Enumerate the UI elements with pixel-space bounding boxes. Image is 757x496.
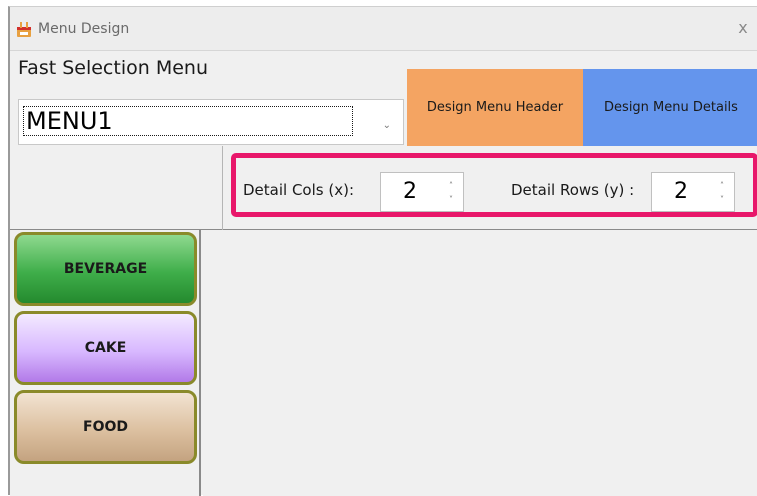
title-bar: Menu Design x — [10, 7, 757, 51]
menu-design-app-icon — [16, 21, 33, 38]
divider — [222, 146, 223, 230]
category-button-cake[interactable]: CAKE — [14, 311, 197, 385]
detail-rows-stepper[interactable]: 2 ˄ ˅ — [651, 172, 735, 212]
close-button[interactable]: x — [733, 17, 753, 39]
menu-detail-area — [203, 230, 757, 496]
detail-settings-highlight: Detail Cols (x): 2 ˄ ˅ Detail Rows (y) :… — [231, 153, 757, 217]
design-menu-header-button[interactable]: Design Menu Header — [407, 69, 583, 146]
menu-select[interactable]: MENU1 ⌄ — [18, 99, 404, 145]
detail-cols-value: 2 — [403, 179, 417, 204]
design-menu-details-button[interactable]: Design Menu Details — [583, 69, 757, 146]
detail-settings-bar: Detail Cols (x): 2 ˄ ˅ Detail Rows (y) :… — [10, 146, 757, 230]
detail-cols-stepper[interactable]: 2 ˄ ˅ — [380, 172, 464, 212]
spin-down-icon[interactable]: ˅ — [720, 196, 724, 204]
menu-design-window: Menu Design x Fast Selection Menu MENU1 … — [8, 6, 757, 496]
detail-cols-label: Detail Cols (x): — [243, 181, 354, 199]
spin-up-icon[interactable]: ˄ — [720, 182, 724, 190]
detail-rows-value: 2 — [674, 179, 688, 204]
window-title: Menu Design — [38, 21, 130, 37]
category-button-beverage[interactable]: BEVERAGE — [14, 232, 197, 306]
page-title: Fast Selection Menu — [18, 57, 208, 79]
spin-down-icon[interactable]: ˅ — [449, 196, 453, 204]
spin-up-icon[interactable]: ˄ — [449, 182, 453, 190]
detail-rows-label: Detail Rows (y) : — [511, 181, 635, 199]
category-panel: BEVERAGE CAKE FOOD — [10, 230, 201, 496]
category-button-food[interactable]: FOOD — [14, 390, 197, 464]
chevron-down-icon[interactable]: ⌄ — [383, 120, 391, 131]
menu-select-value: MENU1 — [23, 106, 353, 136]
